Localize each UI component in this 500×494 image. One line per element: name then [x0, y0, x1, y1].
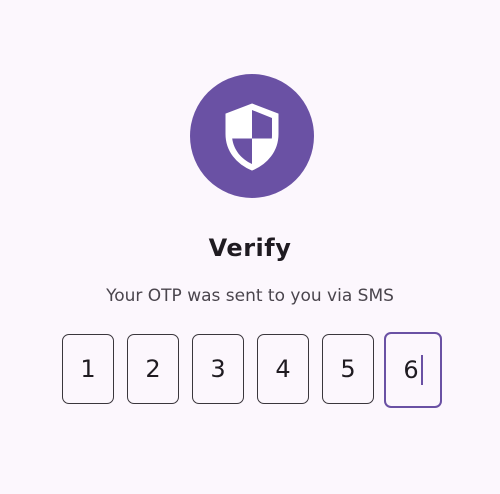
otp-digit-value: 6	[403, 356, 419, 384]
otp-instructions: Your OTP was sent to you via SMS	[106, 286, 394, 306]
otp-digit-5[interactable]: 5	[322, 334, 374, 404]
page-title: Verify	[208, 234, 292, 262]
otp-digit-2[interactable]: 2	[127, 334, 179, 404]
shield-icon	[225, 103, 279, 171]
otp-digit-value: 2	[145, 355, 161, 383]
text-cursor	[420, 355, 423, 385]
otp-digit-value: 5	[340, 355, 356, 383]
otp-digit-3[interactable]: 3	[192, 334, 244, 404]
otp-digit-1[interactable]: 1	[62, 334, 114, 404]
otp-digit-value: 4	[275, 355, 291, 383]
otp-digit-6[interactable]: 6	[384, 332, 442, 408]
otp-input-group: 1 2 3 4 5 6	[62, 332, 444, 408]
verify-screen: Verify Your OTP was sent to you via SMS …	[0, 0, 500, 494]
otp-digit-value: 3	[210, 355, 226, 383]
shield-badge	[190, 74, 314, 198]
otp-digit-4[interactable]: 4	[257, 334, 309, 404]
otp-digit-value: 1	[80, 355, 96, 383]
